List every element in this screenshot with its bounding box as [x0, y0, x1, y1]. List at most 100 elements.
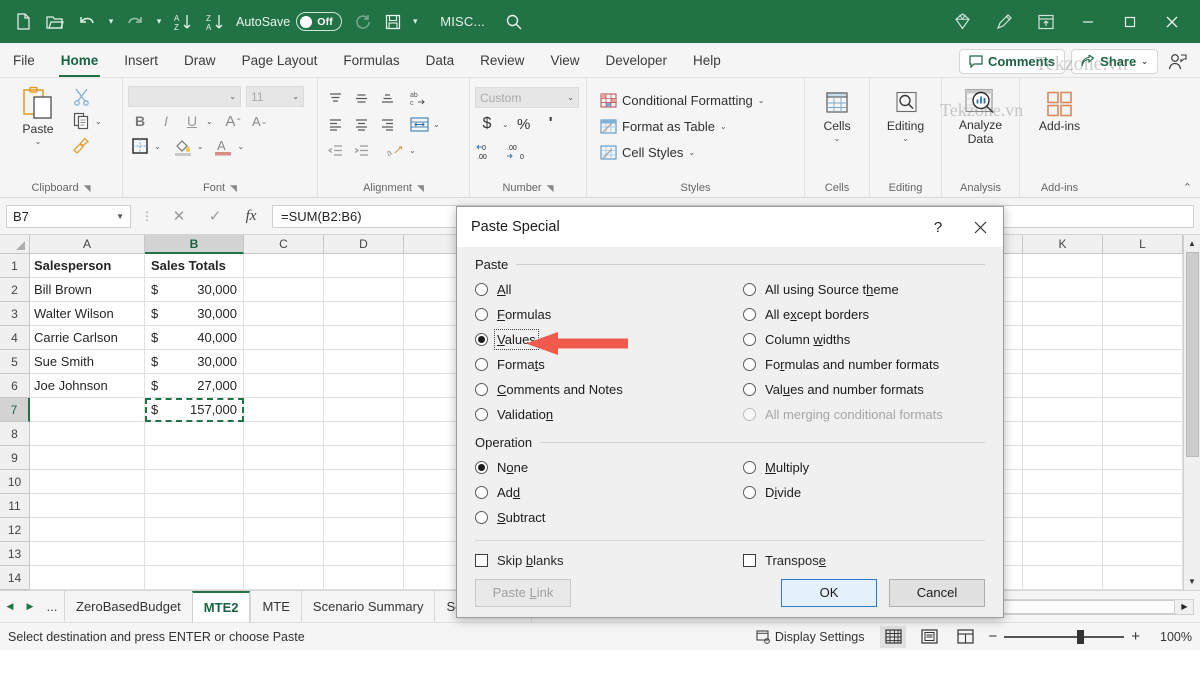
grow-font-button[interactable]: A⌃ — [222, 110, 246, 132]
zoom-track[interactable] — [1004, 636, 1124, 638]
cell-D13[interactable] — [324, 542, 404, 566]
number-dialog-launcher[interactable]: ◥ — [547, 180, 554, 197]
cell-D14[interactable] — [324, 566, 404, 590]
tab-formulas[interactable]: Formulas — [330, 44, 412, 77]
cell-B9[interactable] — [145, 446, 244, 470]
chevron-down-icon[interactable]: ▾ — [408, 8, 422, 36]
cell-B6[interactable]: $27,000 — [145, 374, 244, 398]
radio-paste-all[interactable]: All — [475, 277, 743, 302]
sort-desc-icon[interactable]: ZA — [200, 8, 230, 36]
tab-home[interactable]: Home — [48, 44, 112, 77]
wrap-text-button[interactable]: abc — [407, 87, 431, 109]
paste-link-button[interactable]: Paste Link — [475, 579, 571, 607]
autosave-toggle[interactable]: Off — [296, 12, 342, 31]
cell-A4[interactable]: Carrie Carlson — [30, 326, 145, 350]
minimize-icon[interactable] — [1068, 7, 1108, 37]
font-size-input[interactable]: 11 ⌄ — [246, 86, 304, 107]
chevron-down-icon[interactable]: ⌄ — [720, 122, 727, 131]
cells-button[interactable]: Cells ⌄ — [810, 89, 864, 143]
cell-B12[interactable] — [145, 518, 244, 542]
close-icon[interactable] — [1152, 7, 1192, 37]
cell-K8[interactable] — [1023, 422, 1103, 446]
row-header-9[interactable]: 9 — [0, 446, 30, 470]
cell-L11[interactable] — [1103, 494, 1183, 518]
tab-file[interactable]: File — [0, 44, 48, 77]
vertical-scroll-thumb[interactable] — [1186, 252, 1199, 457]
row-header-8[interactable]: 8 — [0, 422, 30, 446]
clipboard-dialog-launcher[interactable]: ◥ — [84, 180, 91, 197]
cell-K5[interactable] — [1023, 350, 1103, 374]
italic-button[interactable]: I — [154, 110, 178, 132]
share-person-icon[interactable] — [1164, 53, 1192, 71]
align-center-icon[interactable] — [349, 113, 373, 135]
scroll-down-arrow[interactable]: ▼ — [1185, 574, 1200, 589]
pen-icon[interactable] — [984, 7, 1024, 37]
share-button[interactable]: Share ⌄ — [1071, 49, 1158, 74]
align-middle-icon[interactable] — [349, 87, 373, 109]
cell-A6[interactable]: Joe Johnson — [30, 374, 145, 398]
cell-C13[interactable] — [244, 542, 324, 566]
chevron-down-icon[interactable]: ⌄ — [758, 96, 765, 105]
diamond-icon[interactable] — [942, 7, 982, 37]
sheet-overflow-icon[interactable]: ... — [40, 599, 64, 614]
cell-C6[interactable] — [244, 374, 324, 398]
orientation-button[interactable]: a — [383, 139, 407, 161]
cell-L9[interactable] — [1103, 446, 1183, 470]
bold-button[interactable]: B — [128, 110, 152, 132]
cell-C10[interactable] — [244, 470, 324, 494]
cell-B1[interactable]: Sales Totals — [145, 254, 244, 278]
chevron-down-icon[interactable]: ⌄ — [834, 134, 841, 143]
cell-A14[interactable] — [30, 566, 145, 590]
cell-D9[interactable] — [324, 446, 404, 470]
cell-L7[interactable] — [1103, 398, 1183, 422]
nav-next-icon[interactable]: ▶ — [20, 592, 40, 622]
cell-L1[interactable] — [1103, 254, 1183, 278]
page-break-view-icon[interactable] — [952, 626, 978, 648]
underline-button[interactable]: U — [180, 110, 204, 132]
zoom-in-button[interactable]: + — [1131, 628, 1140, 645]
font-name-input[interactable]: ⌄ — [128, 86, 241, 107]
radio-paste-column-widths[interactable]: Column widths — [743, 327, 985, 352]
shrink-font-button[interactable]: A⌄ — [248, 110, 272, 132]
page-layout-view-icon[interactable] — [916, 626, 942, 648]
cell-K1[interactable] — [1023, 254, 1103, 278]
checkbox-skip-blanks[interactable]: Skip blanks — [475, 553, 743, 568]
cell-K14[interactable] — [1023, 566, 1103, 590]
cell-B5[interactable]: $30,000 — [145, 350, 244, 374]
font-color-button[interactable]: A — [211, 135, 235, 157]
radio-paste-all-using-source-theme[interactable]: All using Source theme — [743, 277, 985, 302]
cell-D8[interactable] — [324, 422, 404, 446]
cell-L12[interactable] — [1103, 518, 1183, 542]
cell-C3[interactable] — [244, 302, 324, 326]
row-header-4[interactable]: 4 — [0, 326, 30, 350]
cell-A11[interactable] — [30, 494, 145, 518]
tab-developer[interactable]: Developer — [592, 44, 680, 77]
cell-L10[interactable] — [1103, 470, 1183, 494]
undo-dropdown-icon[interactable]: ▾ — [104, 8, 118, 36]
cell-L14[interactable] — [1103, 566, 1183, 590]
chevron-down-icon[interactable]: ⌄ — [688, 148, 695, 157]
cell-K4[interactable] — [1023, 326, 1103, 350]
decrease-decimal-button[interactable]: .000 — [505, 140, 529, 162]
open-icon[interactable] — [40, 8, 70, 36]
cell-L4[interactable] — [1103, 326, 1183, 350]
cell-A5[interactable]: Sue Smith — [30, 350, 145, 374]
chevron-down-icon[interactable]: ⌄ — [229, 92, 236, 101]
radio-operation-multiply[interactable]: Multiply — [743, 455, 985, 480]
select-all-corner[interactable] — [0, 235, 30, 254]
borders-button[interactable] — [128, 135, 152, 157]
number-format-select[interactable]: Custom ⌄ — [475, 87, 579, 108]
cell-D10[interactable] — [324, 470, 404, 494]
column-header-c[interactable]: C — [244, 235, 324, 254]
cell-D3[interactable] — [324, 302, 404, 326]
cell-C2[interactable] — [244, 278, 324, 302]
tab-insert[interactable]: Insert — [111, 44, 171, 77]
font-dialog-launcher[interactable]: ◥ — [230, 180, 237, 197]
ok-button[interactable]: OK — [781, 579, 877, 607]
paste-button[interactable]: Paste ⌄ — [11, 84, 65, 146]
currency-button[interactable]: $ — [475, 113, 499, 135]
row-header-1[interactable]: 1 — [0, 254, 30, 278]
cell-C12[interactable] — [244, 518, 324, 542]
row-header-3[interactable]: 3 — [0, 302, 30, 326]
cell-C11[interactable] — [244, 494, 324, 518]
